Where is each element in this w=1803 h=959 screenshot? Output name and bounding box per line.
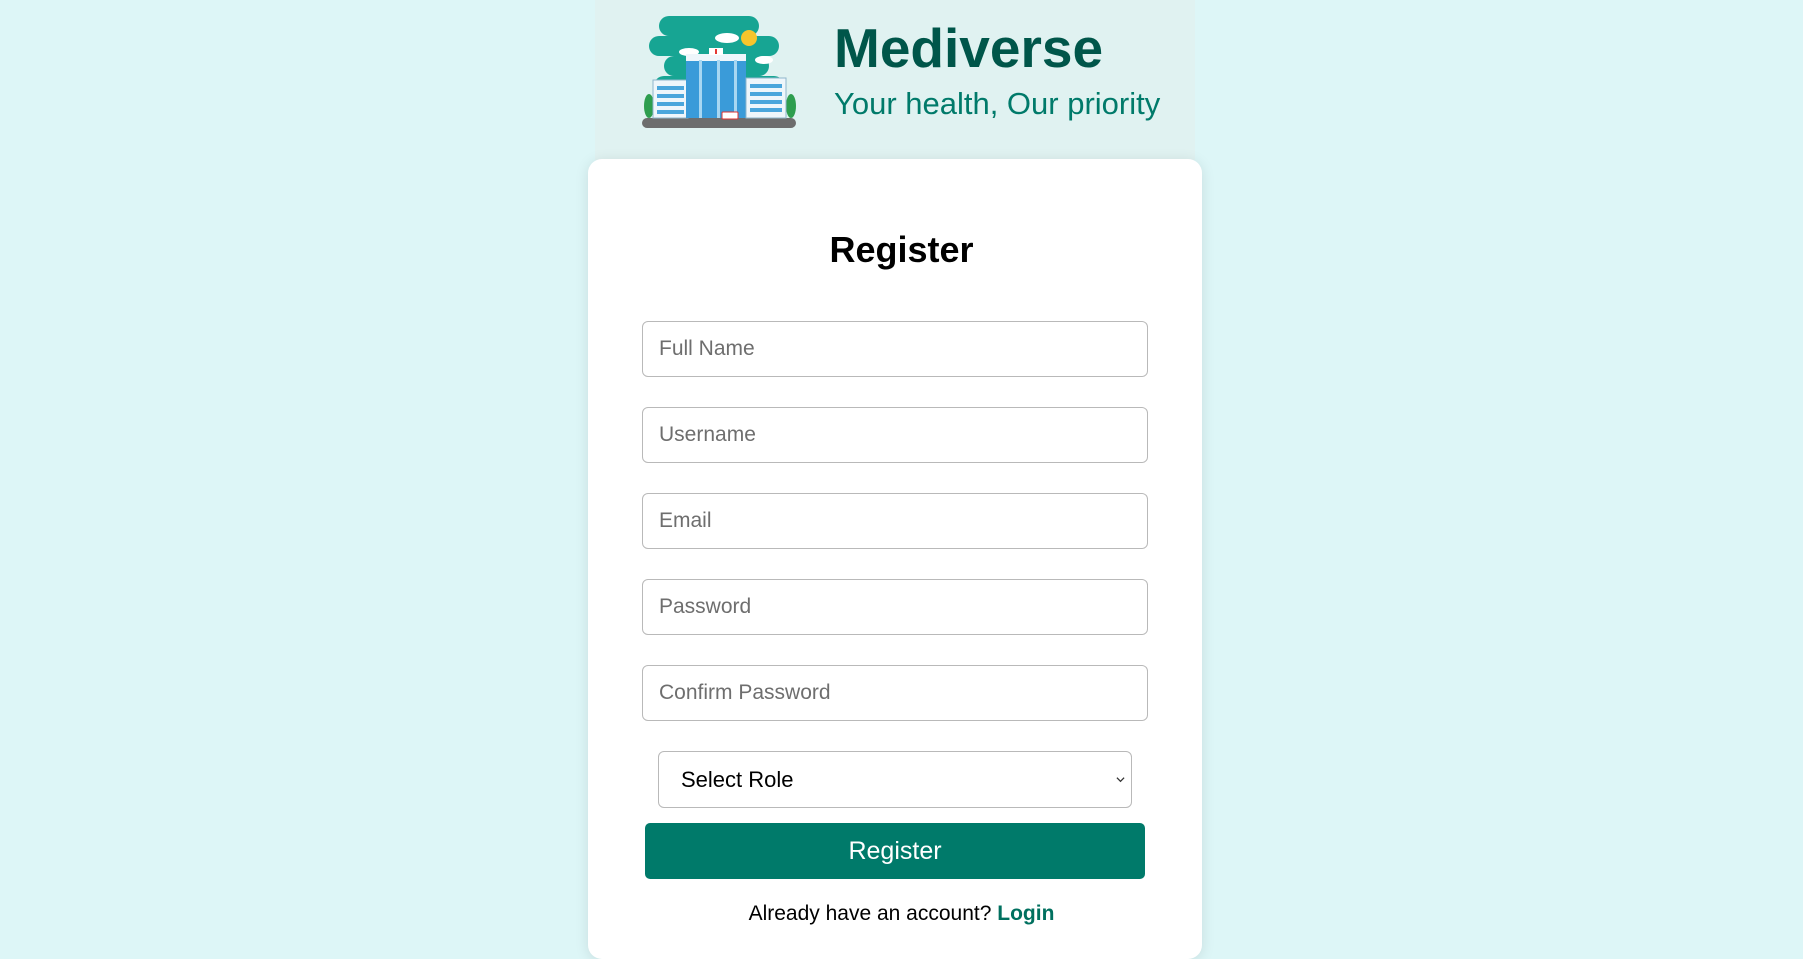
role-select[interactable]: Select Role (658, 751, 1132, 808)
username-input[interactable] (642, 407, 1148, 463)
brand-name: Mediverse (834, 17, 1104, 79)
register-title: Register (829, 229, 974, 270)
login-prompt: Already have an account? Login (0, 900, 1803, 928)
login-prompt-text: Already have an account? (748, 902, 992, 925)
chevron-down-icon (1116, 777, 1125, 783)
login-link[interactable]: Login (997, 902, 1054, 925)
brand-tagline: Your health, Our priority (834, 86, 1161, 121)
email-input[interactable] (642, 493, 1148, 549)
full-name-input[interactable] (642, 321, 1148, 377)
hospital-building-icon (642, 16, 796, 128)
brand-header: Mediverse Your health, Our priority (595, 0, 1195, 160)
confirm-password-input[interactable] (642, 665, 1148, 721)
password-input[interactable] (642, 579, 1148, 635)
role-select-value: Select Role (681, 767, 794, 792)
register-button[interactable]: Register (645, 823, 1145, 879)
